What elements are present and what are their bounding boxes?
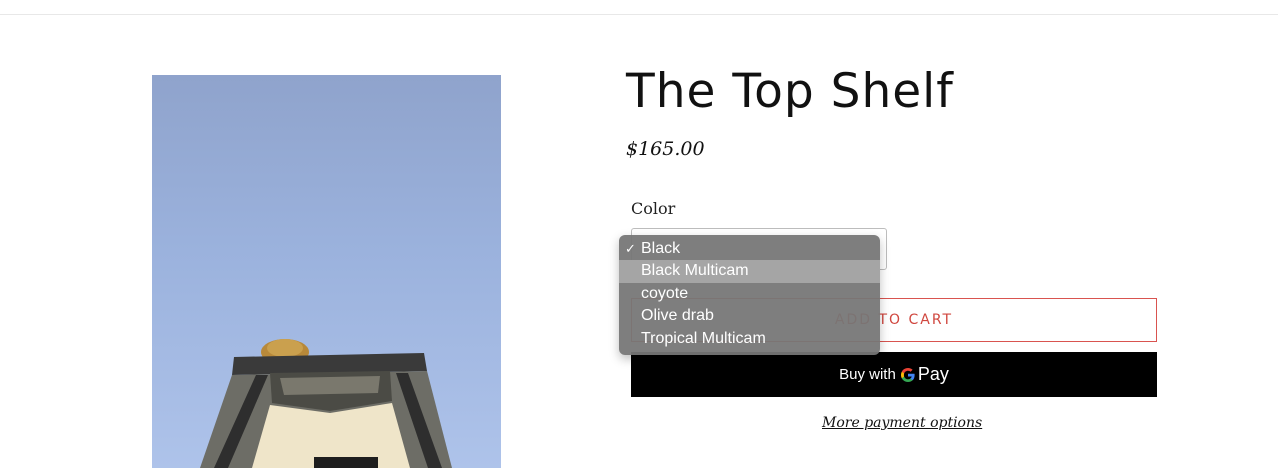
dropdown-option-label: coyote	[641, 284, 689, 302]
header-divider	[0, 14, 1278, 15]
dropdown-option-label: Black	[641, 240, 681, 257]
dropdown-option-black[interactable]: ✓ Black	[619, 238, 880, 260]
google-g-icon	[900, 367, 915, 382]
dropdown-option-tropical-multicam[interactable]: Tropical Multicam	[619, 328, 880, 350]
dropdown-option-coyote[interactable]: coyote	[619, 283, 880, 305]
dropdown-option-olive-drab[interactable]: Olive drab	[619, 305, 880, 327]
dropdown-option-label: Black Multicam	[641, 262, 749, 280]
product-title: The Top Shelf	[626, 64, 954, 119]
product-image[interactable]	[152, 75, 501, 468]
more-payment-options-link[interactable]: More payment options	[822, 415, 982, 431]
pay-label: Pay	[917, 364, 949, 384]
buy-with-label: Buy with	[839, 366, 896, 383]
color-label: Color	[631, 199, 676, 218]
dropdown-option-label: Tropical Multicam	[641, 329, 766, 347]
color-dropdown-menu[interactable]: ✓ Black Black Multicam coyote Olive drab…	[619, 235, 880, 355]
checkmark-icon: ✓	[625, 241, 636, 256]
rooftop-tent-photo	[200, 339, 452, 468]
buy-with-google-pay-button[interactable]: Buy with Pay	[631, 352, 1157, 397]
product-price: $165.00	[626, 138, 705, 160]
dropdown-option-black-multicam[interactable]: Black Multicam	[619, 260, 880, 283]
dropdown-option-label: Olive drab	[641, 307, 714, 325]
